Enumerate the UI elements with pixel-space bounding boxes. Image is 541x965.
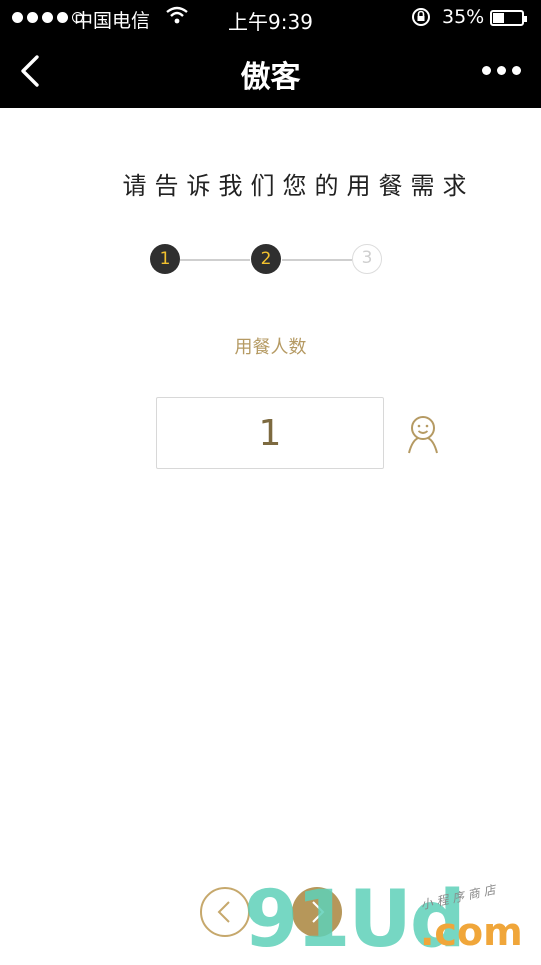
watermark: 91Ud 小程序商店 .com <box>244 880 541 960</box>
page-title: 傲客 <box>240 60 301 95</box>
step-3: 3 <box>352 244 382 274</box>
step-2: 2 <box>251 244 281 274</box>
more-options-icon[interactable] <box>482 66 521 75</box>
status-bar: 中国电信 上午9:39 35% <box>0 0 541 36</box>
form-prompt: 请告诉我们您的用餐需求 <box>122 172 475 200</box>
guest-count-label: 用餐人数 <box>234 337 307 358</box>
previous-step-button[interactable] <box>200 887 250 937</box>
step-1: 1 <box>150 244 180 274</box>
battery-icon <box>490 10 527 26</box>
step-indicator: 1 2 3 <box>150 244 386 276</box>
top-bar: 中国电信 上午9:39 35% 傲客 <box>0 0 541 108</box>
chevron-left-icon <box>217 901 230 923</box>
step-connector <box>180 259 250 261</box>
navigation-bar: 傲客 <box>0 36 541 108</box>
battery-percent: 35% <box>442 6 485 28</box>
guest-count-input[interactable]: 1 <box>156 397 384 469</box>
step-connector <box>282 259 352 261</box>
rotation-lock-icon <box>410 6 432 33</box>
watermark-domain: .com <box>420 910 523 954</box>
person-icon[interactable] <box>406 414 440 454</box>
